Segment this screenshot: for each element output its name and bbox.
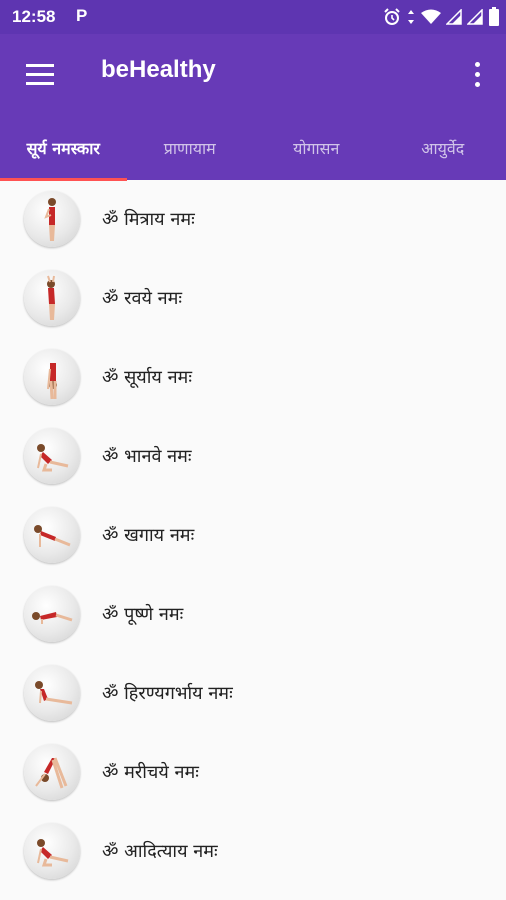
pose-label: ॐ मित्राय नमः [102, 209, 195, 230]
app-bar: beHealthy सूर्य नमस्कार प्राणायाम योगासन… [0, 34, 506, 181]
alarm-icon [384, 8, 400, 25]
tab-yogasana[interactable]: योगासन [253, 130, 380, 180]
battery-icon [489, 7, 499, 26]
hamburger-icon [26, 64, 54, 67]
signal-icon [446, 9, 462, 25]
list-item[interactable]: ॐ मरीचये नमः [0, 733, 506, 812]
status-time: 12:58 [12, 7, 56, 26]
pose-thumbnail [24, 744, 80, 800]
status-bar: 12:58 P [0, 0, 506, 34]
signal-icon-2 [467, 9, 483, 25]
app-title: beHealthy [101, 56, 216, 83]
list-item[interactable]: ॐ सूर्याय नमः [0, 338, 506, 417]
tab-pranayama[interactable]: प्राणायाम [127, 130, 254, 180]
pose-label: ॐ रवये नमः [102, 288, 183, 309]
notification-p-icon: P [76, 6, 88, 25]
pose-label: ॐ मरीचये नमः [102, 762, 199, 783]
pose-thumbnail [24, 191, 80, 247]
more-vert-icon [475, 62, 480, 67]
pose-thumbnail [24, 507, 80, 563]
pose-thumbnail [24, 428, 80, 484]
list-item[interactable]: ॐ रवये नमः [0, 259, 506, 338]
list-item[interactable]: ॐ भानवे नमः [0, 417, 506, 496]
pose-label: ॐ हिरण्यगर्भाय नमः [102, 683, 233, 704]
pose-thumbnail [24, 586, 80, 642]
pose-thumbnail [24, 270, 80, 326]
pose-label: ॐ खगाय नमः [102, 525, 195, 546]
pose-thumbnail [24, 665, 80, 721]
list-item[interactable]: ॐ हिरण्यगर्भाय नमः [0, 654, 506, 733]
more-options-button[interactable] [466, 58, 488, 92]
pose-thumbnail [24, 823, 80, 879]
list-item[interactable]: ॐ खगाय नमः [0, 496, 506, 575]
menu-button[interactable] [20, 56, 60, 92]
list-item[interactable]: ॐ आदित्याय नमः [0, 812, 506, 891]
status-icons [383, 6, 500, 28]
list-item[interactable]: ॐ पूष्णे नमः [0, 575, 506, 654]
pose-thumbnail [24, 349, 80, 405]
pose-label: ॐ सूर्याय नमः [102, 367, 192, 388]
data-arrows-icon [408, 10, 414, 24]
tab-bar: सूर्य नमस्कार प्राणायाम योगासन आयुर्वेद [0, 130, 506, 180]
tab-surya-namaskar[interactable]: सूर्य नमस्कार [0, 130, 127, 180]
pose-label: ॐ पूष्णे नमः [102, 604, 184, 625]
pose-label: ॐ आदित्याय नमः [102, 841, 218, 862]
pose-list: ॐ मित्राय नमः ॐ रवये नमः ॐ सूर्याय नमः ॐ… [0, 180, 506, 891]
list-item[interactable]: ॐ मित्राय नमः [0, 180, 506, 259]
wifi-icon [421, 9, 441, 24]
pose-label: ॐ भानवे नमः [102, 446, 192, 467]
tab-ayurveda[interactable]: आयुर्वेद [380, 130, 506, 180]
